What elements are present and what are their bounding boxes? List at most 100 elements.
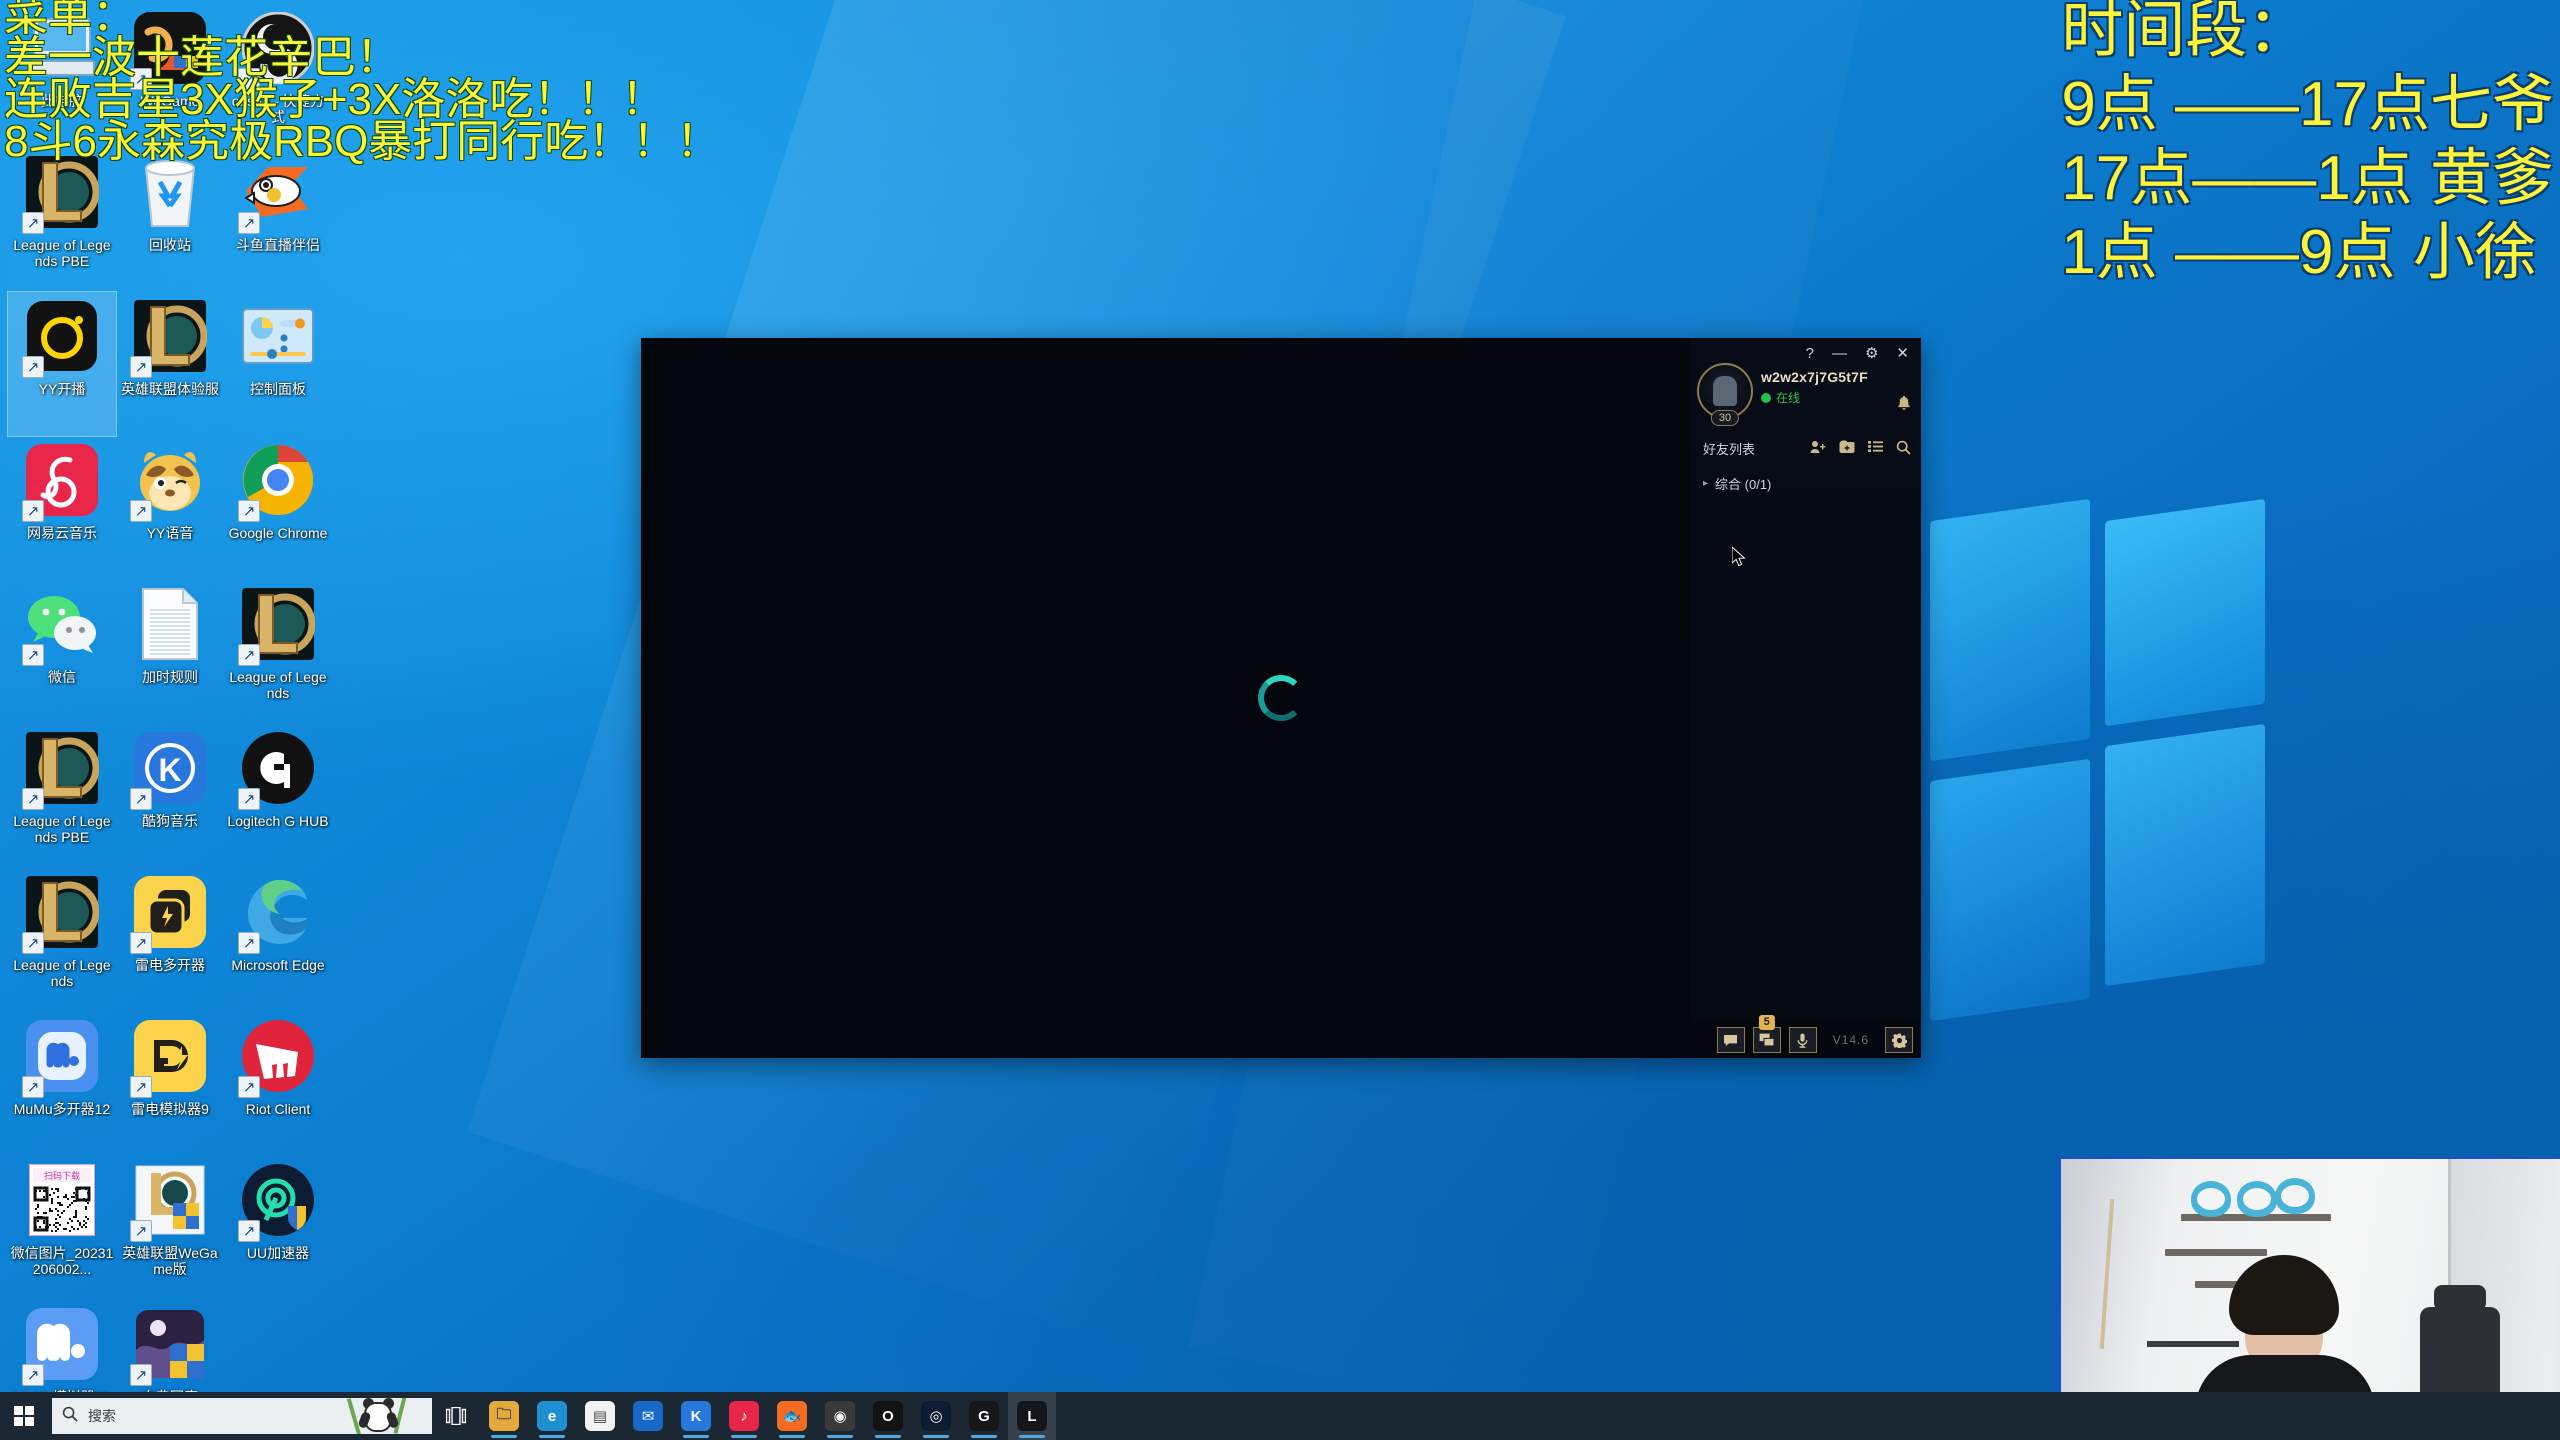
desktop-icon-label: 斗鱼直播伴侣 xyxy=(226,237,330,253)
friends-list-label: 好友列表 xyxy=(1703,439,1755,458)
desktop-icon-recycle-bin[interactable]: 回收站 xyxy=(116,148,224,292)
taskbar-item-yy-broadcast[interactable]: O xyxy=(864,1392,912,1440)
overlay-line: 连败吉星3X猴子+3X洛洛吃！！！ xyxy=(4,80,720,120)
taskbar-item-douyu-live[interactable]: 🐟 xyxy=(768,1392,816,1440)
desktop-icon-lol-pbe[interactable]: ↗ League of Legends PBE xyxy=(8,724,116,868)
overlay-line: 8斗6永森究极RBQ暴打同行吃！！！ xyxy=(4,122,720,162)
desktop-icon-ldplayer[interactable]: ↗ 雷电模拟器9 xyxy=(116,1012,224,1156)
desktop-icon-uu-booster[interactable]: ↗ UU加速器 xyxy=(224,1156,332,1300)
desktop-icon-label: 微信 xyxy=(10,669,114,685)
microphone-icon[interactable] xyxy=(1789,1027,1817,1053)
netease-music-icon: ♪ xyxy=(729,1401,759,1431)
status-badge[interactable]: 在线 xyxy=(1761,389,1868,406)
search-input[interactable]: 搜索 xyxy=(52,1398,432,1434)
desktop-icon-mumu-multi[interactable]: ↗ MuMu多开器12 xyxy=(8,1012,116,1156)
desktop-icon-lol[interactable]: ↗ League of Legends xyxy=(224,580,332,724)
bell-icon[interactable] xyxy=(1897,395,1911,415)
shortcut-arrow-icon: ↗ xyxy=(238,644,260,666)
search-placeholder: 搜索 xyxy=(88,1406,116,1426)
taskbar-item-wegame[interactable]: G xyxy=(960,1392,1008,1440)
kugou-music-icon: K xyxy=(681,1401,711,1431)
running-indicator xyxy=(683,1435,709,1438)
lol-pbe-icon: ↗ xyxy=(24,156,100,232)
message-window-icon[interactable]: 5 xyxy=(1753,1027,1781,1053)
list-view-icon[interactable] xyxy=(1868,440,1883,458)
stream-overlay-text-left: 菜单： 差一波十莲花辛巴！ 连败吉星3X猴子+3X洛洛吃！！！ 8斗6永森究极RBQ暴… xyxy=(4,0,720,164)
message-count-badge: 5 xyxy=(1759,1015,1775,1030)
taskbar-item-netease-music[interactable]: ♪ xyxy=(720,1392,768,1440)
desktop-icon-qr-image[interactable]: 扫码下载 微信图片_20231206002... xyxy=(8,1156,116,1300)
desktop-icon-kugou[interactable]: K ↗ 酷狗音乐 xyxy=(116,724,224,868)
help-button[interactable]: ? xyxy=(1806,346,1814,361)
taskbar-item-kugou-music[interactable]: K xyxy=(672,1392,720,1440)
desktop-icon-control-panel[interactable]: 控制面板 xyxy=(224,292,332,436)
chat-bubble-icon[interactable] xyxy=(1717,1027,1745,1053)
avatar[interactable]: 30 xyxy=(1697,363,1753,419)
lol-pbe-cn-icon: ↗ xyxy=(132,300,208,376)
taskbar-item-mail[interactable]: ✉ xyxy=(624,1392,672,1440)
desktop-icon-netease-music[interactable]: ↗ 网易云音乐 xyxy=(8,436,116,580)
running-indicator xyxy=(539,1435,565,1438)
minimize-button[interactable]: — xyxy=(1832,346,1847,361)
desktop-icon-edge[interactable]: ↗ Microsoft Edge xyxy=(224,868,332,1012)
summoner-level-badge: 30 xyxy=(1711,410,1739,426)
running-indicator xyxy=(491,1435,517,1438)
lol-icon: ↗ xyxy=(24,876,100,952)
taskbar-item-file-explorer[interactable]: 🗀 xyxy=(480,1392,528,1440)
taskbar-item-uu-booster[interactable]: ◎ xyxy=(912,1392,960,1440)
client-bottom-bar: 5 V14.6 xyxy=(641,1022,1921,1058)
shortcut-arrow-icon: ↗ xyxy=(130,1364,152,1386)
desktop-icon-yy-broadcast[interactable]: ↗ YY开播 xyxy=(8,292,116,436)
add-friend-icon[interactable] xyxy=(1810,440,1826,458)
svg-text:扫码下载: 扫码下载 xyxy=(44,1170,80,1181)
text-document-icon xyxy=(132,588,208,664)
desktop-icon-ldmultiplayer[interactable]: ↗ 雷电多开器 xyxy=(116,868,224,1012)
settings-gear-icon[interactable]: ⚙ xyxy=(1865,346,1878,361)
user-profile-block[interactable]: 30 w2w2x7j7G5t7F 在线 xyxy=(1691,361,1921,419)
desktop-icon-lol-pbe[interactable]: ↗ League of Legends PBE xyxy=(8,148,116,292)
desktop-icon-logitech-ghub[interactable]: ↗ Logitech G HUB xyxy=(224,724,332,868)
chevron-right-icon[interactable]: ▸ xyxy=(1703,478,1708,489)
taskbar-item-obs-studio[interactable]: ◉ xyxy=(816,1392,864,1440)
desktop-icon-riot-client[interactable]: ↗ Riot Client xyxy=(224,1012,332,1156)
shortcut-arrow-icon: ↗ xyxy=(238,500,260,522)
microsoft-edge-icon: e xyxy=(537,1401,567,1431)
wallpaper-window-pane xyxy=(1930,759,2090,1021)
desktop-icon-label: Google Chrome xyxy=(226,525,330,541)
search-icon[interactable] xyxy=(1896,440,1911,458)
uu-booster-icon: ↗ xyxy=(240,1164,316,1240)
wallpaper-window-pane xyxy=(2105,499,2265,726)
microsoft-store-icon: ▤ xyxy=(585,1401,615,1431)
yy-broadcast-icon: ↗ xyxy=(24,300,100,376)
windows-start-icon[interactable] xyxy=(0,1392,48,1440)
desktop-icon-douyu[interactable]: ↗ 斗鱼直播伴侣 xyxy=(224,148,332,292)
friend-group-row[interactable]: ▸ 综合 (0/1) xyxy=(1691,474,1921,493)
user-meta: w2w2x7j7G5t7F 在线 xyxy=(1753,363,1868,406)
desktop-icon-lol[interactable]: ↗ League of Legends xyxy=(8,868,116,1012)
running-indicator xyxy=(827,1435,853,1438)
desktop-icon-lol-pbe-cn[interactable]: ↗ 英雄联盟体验服 xyxy=(116,292,224,436)
desktop-icon-lol-wegame[interactable]: ↗ 英雄联盟WeGame版 xyxy=(116,1156,224,1300)
summoner-icon xyxy=(1713,376,1737,406)
close-button[interactable]: ✕ xyxy=(1896,346,1909,361)
task-view-icon[interactable] xyxy=(432,1392,480,1440)
desktop-icon-wechat[interactable]: ↗ 微信 xyxy=(8,580,116,724)
running-indicator xyxy=(923,1435,949,1438)
create-group-icon[interactable] xyxy=(1839,440,1855,458)
shortcut-arrow-icon: ↗ xyxy=(22,212,44,234)
taskbar-item-league-of-legends[interactable]: L xyxy=(1008,1392,1056,1440)
taskbar-item-microsoft-edge[interactable]: e xyxy=(528,1392,576,1440)
league-client-window[interactable]: ? — ⚙ ✕ 30 w2w2x7j7G5t7F 在线 好友列表 ▸ 综合 (0… xyxy=(641,338,1921,1058)
gear-icon[interactable] xyxy=(1885,1027,1913,1053)
taskbar: 搜索 🗀 e ▤ ✉ K ♪ 🐟 ◉ O ◎ G L xyxy=(0,1392,2560,1440)
shortcut-arrow-icon: ↗ xyxy=(130,1220,152,1242)
shortcut-arrow-icon: ↗ xyxy=(22,788,44,810)
desktop-icon-chrome[interactable]: ↗ Google Chrome xyxy=(224,436,332,580)
desktop-icon-text-document[interactable]: 加时规则 xyxy=(116,580,224,724)
panda-decoration-image xyxy=(350,1398,408,1434)
friends-tools xyxy=(1810,440,1911,458)
desktop-icon-yy-voice[interactable]: ↗ YY语音 xyxy=(116,436,224,580)
lol-pbe-icon: ↗ xyxy=(24,732,100,808)
taskbar-item-microsoft-store[interactable]: ▤ xyxy=(576,1392,624,1440)
desktop-icon-label: 网易云音乐 xyxy=(10,525,114,541)
